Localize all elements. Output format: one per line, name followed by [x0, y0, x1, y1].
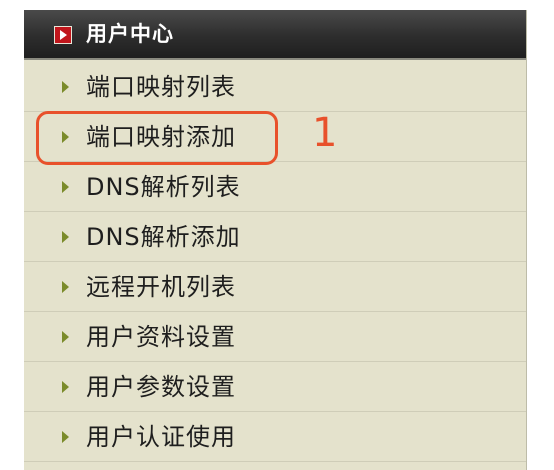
- menu-item-label[interactable]: DNS解析列表: [86, 162, 241, 212]
- menu-item-parameter-settings[interactable]: 用户参数设置: [24, 362, 526, 412]
- arrow-right-icon: [62, 231, 69, 243]
- arrow-right-icon: [62, 181, 69, 193]
- menu-item-wol-list[interactable]: 远程开机列表: [24, 262, 526, 312]
- annotation-number: 1: [312, 110, 338, 156]
- menu-item-dns-add[interactable]: DNS解析添加: [24, 212, 526, 262]
- play-square-icon: [54, 26, 72, 44]
- user-center-panel: 用户中心 端口映射列表 端口映射添加 DNS解析列表 DNS解析添加 远程开机列…: [24, 10, 527, 470]
- menu-item-label[interactable]: DNS解析添加: [86, 212, 241, 262]
- panel-header: 用户中心: [24, 10, 526, 60]
- menu-item-label[interactable]: 用户认证使用: [86, 412, 236, 462]
- arrow-right-icon: [62, 81, 69, 93]
- menu-item-profile-settings[interactable]: 用户资料设置: [24, 312, 526, 362]
- menu-item-user-auth[interactable]: 用户认证使用: [24, 412, 526, 462]
- menu-item-label[interactable]: 端口映射列表: [86, 62, 236, 112]
- menu-item-label[interactable]: 远程开机列表: [86, 262, 236, 312]
- arrow-right-icon: [62, 281, 69, 293]
- menu-item-label[interactable]: 用户参数设置: [86, 362, 236, 412]
- menu-item-label[interactable]: 用户资料设置: [86, 312, 236, 362]
- menu-item-dns-list[interactable]: DNS解析列表: [24, 162, 526, 212]
- menu-item-port-mapping-list[interactable]: 端口映射列表: [24, 62, 526, 112]
- arrow-right-icon: [62, 381, 69, 393]
- arrow-right-icon: [62, 331, 69, 343]
- arrow-right-icon: [62, 431, 69, 443]
- panel-title: 用户中心: [86, 22, 174, 46]
- annotation-highlight-box: [36, 111, 278, 165]
